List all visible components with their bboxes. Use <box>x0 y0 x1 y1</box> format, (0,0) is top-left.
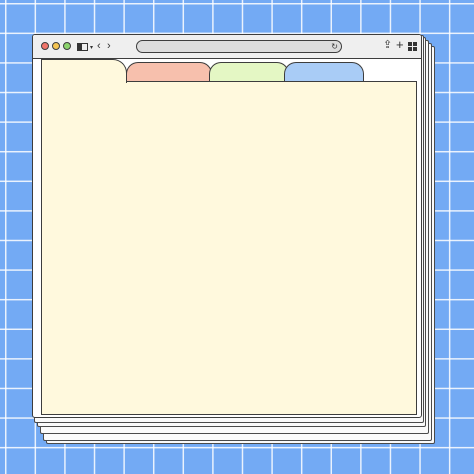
chevron-down-icon[interactable]: ▾ <box>90 42 93 54</box>
sidebar-icon[interactable] <box>77 43 88 51</box>
address-bar[interactable]: ↻ <box>136 40 342 53</box>
share-icon[interactable]: ⇪ <box>383 39 392 51</box>
tab-green[interactable] <box>209 62 289 82</box>
tab-red[interactable] <box>126 62 212 82</box>
toolbar: ▾ ‹ › ↻ ⇪ + <box>33 35 421 59</box>
page-content[interactable] <box>41 81 417 415</box>
close-button[interactable] <box>41 42 49 50</box>
maximize-button[interactable] <box>63 42 71 50</box>
minimize-button[interactable] <box>52 42 60 50</box>
tab-active[interactable] <box>41 59 127 83</box>
chevron-left-icon[interactable]: ‹ <box>97 40 101 52</box>
plus-icon[interactable]: + <box>396 38 404 51</box>
grid-icon[interactable] <box>408 42 417 51</box>
reload-icon[interactable]: ↻ <box>331 41 338 52</box>
tab-blue[interactable] <box>284 62 364 82</box>
chevron-right-icon[interactable]: › <box>107 40 111 52</box>
browser-window: ▾ ‹ › ↻ ⇪ + <box>32 34 422 418</box>
